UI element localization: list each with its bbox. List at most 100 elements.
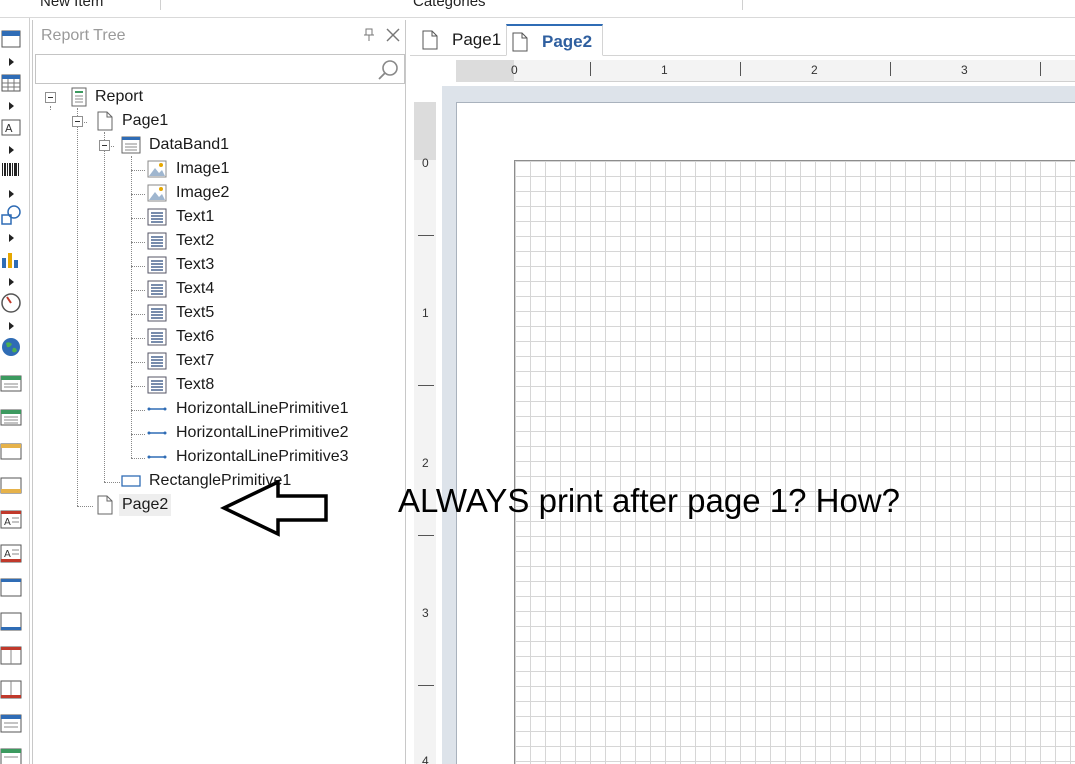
header-divider — [742, 0, 743, 10]
pin-icon[interactable] — [363, 28, 375, 42]
tree-node-image1[interactable]: Image1 — [33, 158, 405, 180]
search-icon[interactable] — [376, 58, 400, 82]
tree-node-text2[interactable]: Text2 — [33, 230, 405, 252]
node-label: HorizontalLinePrimitive2 — [176, 424, 349, 441]
ruler-label: 0 — [511, 63, 518, 77]
tree-node-text6[interactable]: Text6 — [33, 326, 405, 348]
report-tree-panel: Report Tree Report Page1 DataBand1 Image… — [32, 20, 406, 764]
node-label: DataBand1 — [149, 136, 230, 153]
tree-node-rectangle1[interactable]: RectanglePrimitive1 — [33, 470, 405, 492]
node-label: Text4 — [176, 280, 215, 297]
expand-arrow-icon[interactable] — [9, 278, 14, 286]
tree-node-hline2[interactable]: HorizontalLinePrimitive2 — [33, 422, 405, 444]
tree-node-text7[interactable]: Text7 — [33, 350, 405, 372]
tree-node-report[interactable]: Report — [33, 86, 405, 108]
horizontal-ruler: 0 1 2 3 — [456, 60, 1075, 82]
rectangle-icon — [121, 475, 141, 487]
tree-search-input[interactable] — [35, 54, 405, 84]
expand-arrow-icon[interactable] — [9, 322, 14, 330]
image-icon — [147, 184, 167, 202]
horizontal-line-icon — [147, 431, 167, 435]
expand-arrow-icon[interactable] — [9, 146, 14, 154]
page-icon — [512, 32, 528, 52]
databand-icon — [121, 136, 141, 154]
ruler-label: 2 — [422, 456, 429, 470]
tree-node-page1[interactable]: Page1 — [33, 110, 405, 132]
expand-arrow-icon[interactable] — [9, 102, 14, 110]
tree-node-text8[interactable]: Text8 — [33, 374, 405, 396]
gauge-icon[interactable] — [0, 292, 22, 314]
group-header-band-icon[interactable] — [0, 440, 22, 462]
column-header-icon[interactable] — [0, 644, 22, 666]
text-icon — [147, 256, 167, 274]
expand-arrow-icon[interactable] — [9, 58, 14, 66]
node-label: Image1 — [176, 160, 230, 177]
horizontal-line-icon — [147, 407, 167, 411]
collapse-toggle[interactable] — [45, 92, 56, 103]
text-icon — [147, 328, 167, 346]
page-grid[interactable] — [514, 160, 1075, 764]
databand-icon[interactable] — [0, 372, 22, 394]
expand-arrow-icon[interactable] — [9, 234, 14, 242]
node-label: Text1 — [176, 208, 215, 225]
page-icon — [422, 30, 438, 50]
node-label: Text8 — [176, 376, 215, 393]
node-label: Page2 — [119, 494, 172, 516]
node-label: Image2 — [176, 184, 230, 201]
tab-page2[interactable]: Page2 — [506, 24, 603, 56]
group-footer-band-icon[interactable] — [0, 474, 22, 496]
hierarchical-band-icon[interactable] — [0, 406, 22, 428]
collapse-toggle[interactable] — [99, 140, 110, 151]
shapes-icon[interactable] — [0, 204, 22, 226]
header-text-band-icon[interactable]: A — [0, 508, 22, 530]
ruler-label: 3 — [422, 606, 429, 620]
tree-node-databand1[interactable]: DataBand1 — [33, 134, 405, 156]
tree-node-text1[interactable]: Text1 — [33, 206, 405, 228]
text-icon — [147, 232, 167, 250]
page-header-band-icon[interactable] — [0, 28, 22, 50]
page-header-icon[interactable] — [0, 576, 22, 598]
tree-node-hline3[interactable]: HorizontalLinePrimitive3 — [33, 446, 405, 468]
page-designer: Page1 Page2 0 1 2 3 0 1 2 3 4 — [410, 20, 1075, 764]
node-label: Text7 — [176, 352, 215, 369]
categories-header[interactable]: Categories — [413, 0, 486, 10]
tree-node-text5[interactable]: Text5 — [33, 302, 405, 324]
node-label: HorizontalLinePrimitive3 — [176, 448, 349, 465]
text-component-icon[interactable]: A — [0, 116, 22, 138]
svg-text:A: A — [4, 549, 11, 560]
collapse-toggle[interactable] — [72, 116, 83, 127]
report-summary-icon[interactable] — [0, 746, 22, 764]
node-label: HorizontalLinePrimitive1 — [176, 400, 349, 417]
svg-text:A: A — [4, 517, 11, 528]
tree-node-page2[interactable]: Page2 — [33, 494, 405, 516]
node-label: Text2 — [176, 232, 215, 249]
tree-node-hline1[interactable]: HorizontalLinePrimitive1 — [33, 398, 405, 420]
node-label: Report — [95, 88, 144, 105]
column-footer-icon[interactable] — [0, 678, 22, 700]
close-icon[interactable] — [385, 27, 401, 43]
page-tabs: Page1 Page2 — [410, 20, 1075, 56]
header-divider — [160, 0, 161, 10]
barcode-icon[interactable] — [0, 160, 22, 182]
tree-node-text4[interactable]: Text4 — [33, 278, 405, 300]
vertical-ruler: 0 1 2 3 4 — [414, 102, 436, 764]
report-tree: Report Page1 DataBand1 Image1 Image2 Tex… — [33, 86, 405, 756]
new-item-header[interactable]: New Item — [40, 0, 103, 10]
table-band-icon[interactable] — [0, 72, 22, 94]
report-title-icon[interactable] — [0, 712, 22, 734]
component-toolbox: A A A — [0, 18, 30, 764]
text-icon — [147, 376, 167, 394]
annotation-question: ALWAYS print after page 1? How? — [398, 482, 900, 519]
tab-page1[interactable]: Page1 — [412, 24, 504, 56]
expand-arrow-icon[interactable] — [9, 190, 14, 198]
map-globe-icon[interactable] — [0, 336, 22, 358]
ruler-label: 0 — [422, 156, 429, 170]
svg-text:A: A — [5, 122, 13, 135]
horizontal-line-icon — [147, 455, 167, 459]
tree-node-text3[interactable]: Text3 — [33, 254, 405, 276]
tree-node-image2[interactable]: Image2 — [33, 182, 405, 204]
node-label: Text5 — [176, 304, 215, 321]
footer-text-band-icon[interactable]: A — [0, 542, 22, 564]
page-footer-icon[interactable] — [0, 610, 22, 632]
chart-icon[interactable] — [0, 248, 22, 270]
